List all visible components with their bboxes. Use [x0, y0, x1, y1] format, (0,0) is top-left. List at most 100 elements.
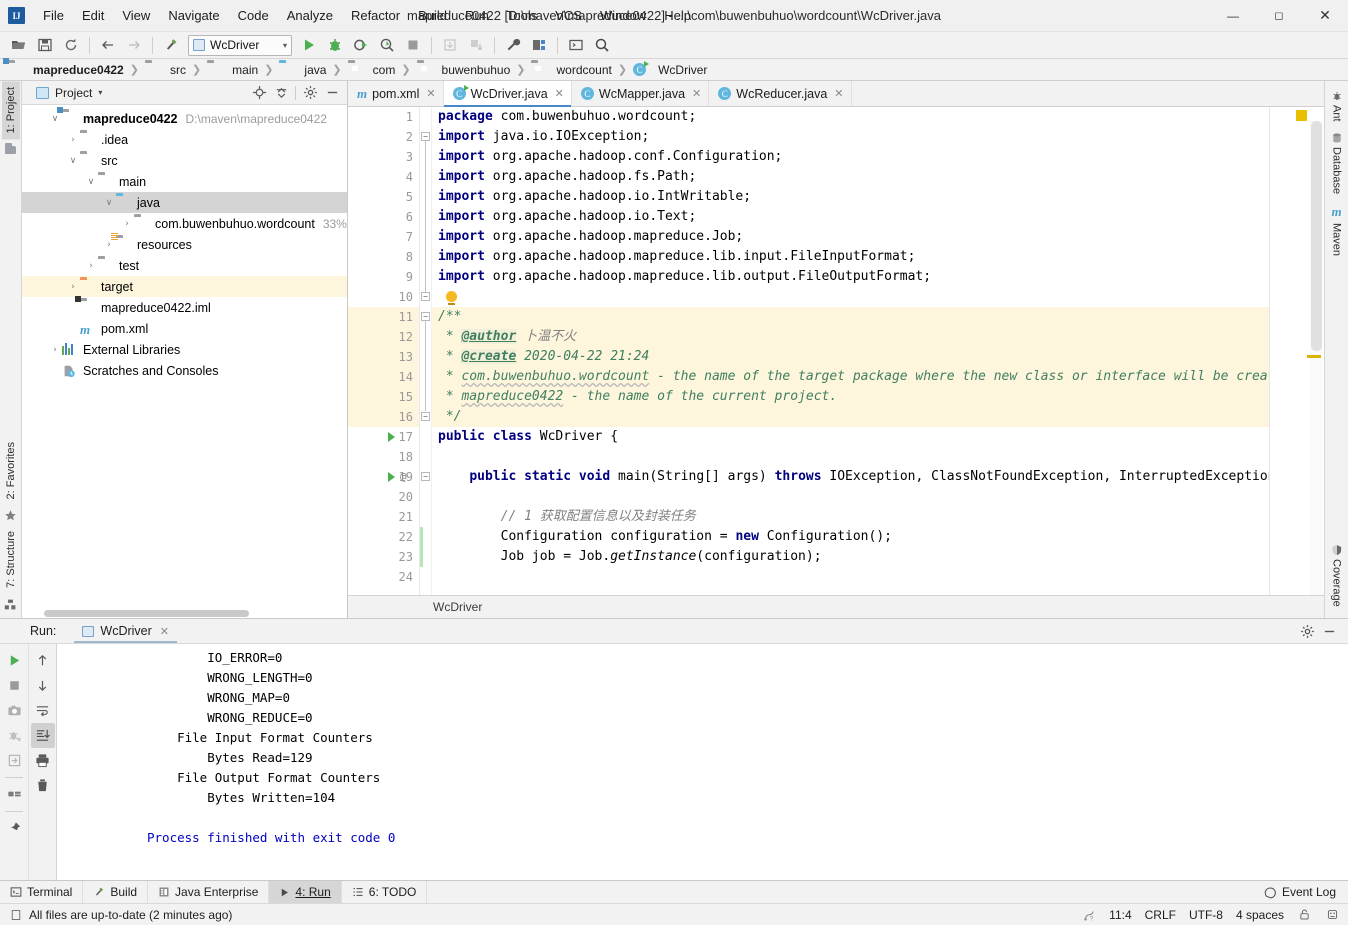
- tree-row-mapreduce0422[interactable]: ∨ mapreduce0422 D:\maven\mapreduce0422: [22, 108, 347, 129]
- project-tree-horizontal-scrollbar[interactable]: [22, 609, 347, 618]
- close-button[interactable]: ✕: [1302, 0, 1348, 31]
- close-icon[interactable]: ✕: [834, 87, 843, 100]
- file-encoding[interactable]: UTF-8: [1189, 908, 1223, 922]
- scrollbar-thumb[interactable]: [44, 610, 249, 617]
- menu-vcs[interactable]: VCS: [546, 0, 591, 31]
- collapse-all-icon[interactable]: [271, 83, 291, 103]
- expand-arrow-icon[interactable]: ∨: [102, 198, 116, 208]
- event-log-button[interactable]: Event Log: [1264, 881, 1348, 903]
- expand-arrow-icon[interactable]: ›: [66, 282, 80, 292]
- sync-icon[interactable]: [59, 34, 83, 56]
- editor-fold-column[interactable]: − − − − −: [420, 107, 432, 595]
- breadcrumb-item-wordcount[interactable]: wordcount: [531, 63, 611, 77]
- tree-row-java[interactable]: ∨ java: [22, 192, 347, 213]
- breadcrumb-item-project[interactable]: mapreduce0422: [8, 63, 124, 77]
- forward-arrow-icon[interactable]: [122, 34, 146, 56]
- tab-pom-xml[interactable]: m pom.xml ✕: [348, 81, 444, 106]
- scroll-down-icon[interactable]: [31, 673, 55, 698]
- code-editor[interactable]: package com.buwenbuhuo.wordcount; import…: [432, 107, 1269, 595]
- chevron-down-icon[interactable]: ▾: [98, 88, 102, 97]
- sidebar-item-maven[interactable]: m Maven: [1328, 199, 1346, 261]
- run-coverage-icon[interactable]: [349, 34, 373, 56]
- sidebar-item-ant[interactable]: Ant: [1328, 85, 1346, 127]
- run-gutter-icon[interactable]: [388, 432, 395, 442]
- expand-arrow-icon[interactable]: ›: [102, 240, 116, 250]
- fold-marker-javadoc[interactable]: −: [421, 312, 430, 321]
- menu-tools[interactable]: Tools: [498, 0, 546, 31]
- fold-marker-imports-end[interactable]: −: [421, 292, 430, 301]
- hide-panel-icon[interactable]: [1318, 620, 1340, 642]
- menu-window[interactable]: Window: [591, 0, 655, 31]
- tree-row-resources[interactable]: › resources: [22, 234, 347, 255]
- tree-row-test[interactable]: › test: [22, 255, 347, 276]
- caret-position[interactable]: 11:4: [1109, 908, 1131, 922]
- scroll-to-end-icon[interactable]: [31, 723, 55, 748]
- sidebar-item-project[interactable]: 1: Project: [2, 81, 20, 139]
- tab-wcmapper-java[interactable]: C WcMapper.java ✕: [572, 81, 709, 106]
- close-icon[interactable]: ✕: [426, 87, 435, 100]
- tree-row-package[interactable]: › com.buwenbuhuo.wordcount 33%: [22, 213, 347, 234]
- run-configuration-selector[interactable]: WcDriver ▾: [188, 35, 292, 56]
- expand-arrow-icon[interactable]: ∨: [48, 114, 62, 124]
- debug-icon[interactable]: [323, 34, 347, 56]
- update-project-icon[interactable]: [438, 34, 462, 56]
- editor-breadcrumb[interactable]: WcDriver: [348, 595, 1324, 618]
- breadcrumb-item-wcdriver[interactable]: C WcDriver: [633, 63, 707, 77]
- tree-row-pom[interactable]: m pom.xml: [22, 318, 347, 339]
- editor-scroll-rail[interactable]: [1269, 107, 1324, 595]
- tree-row-target[interactable]: › target: [22, 276, 347, 297]
- stop-icon[interactable]: [2, 673, 26, 698]
- menu-navigate[interactable]: Navigate: [159, 0, 228, 31]
- sidebar-item-favorites[interactable]: 2: Favorites: [2, 436, 20, 505]
- vcs-branch-icon[interactable]: ?: [1081, 907, 1096, 922]
- intention-bulb-icon[interactable]: [446, 291, 457, 302]
- breadcrumb-item-main[interactable]: main: [207, 63, 258, 77]
- sidebar-item-structure[interactable]: 7: Structure: [2, 525, 20, 594]
- stop-icon[interactable]: [401, 34, 425, 56]
- tree-row-main[interactable]: ∨ main: [22, 171, 347, 192]
- settings-wrench-icon[interactable]: [501, 34, 525, 56]
- search-icon[interactable]: [590, 34, 614, 56]
- menu-view[interactable]: View: [113, 0, 159, 31]
- tab-wcreducer-java[interactable]: C WcReducer.java ✕: [709, 81, 851, 106]
- expand-arrow-icon[interactable]: ›: [66, 135, 80, 145]
- bottom-tab-run[interactable]: 4: Run: [269, 881, 341, 903]
- expand-arrow-icon[interactable]: ∨: [66, 156, 80, 166]
- layout-icon[interactable]: [2, 782, 26, 807]
- tree-row-src[interactable]: ∨ src: [22, 150, 347, 171]
- settings-gear-icon[interactable]: [1296, 620, 1318, 642]
- fold-marker-method[interactable]: −: [421, 472, 430, 481]
- settings-gear-icon[interactable]: [300, 83, 320, 103]
- console-vertical-scrollbar[interactable]: [1334, 644, 1348, 880]
- close-icon[interactable]: ✕: [555, 87, 564, 100]
- breadcrumb-item-com[interactable]: com: [348, 63, 396, 77]
- export-icon[interactable]: [2, 748, 26, 773]
- sidebar-item-coverage[interactable]: Coverage: [1328, 539, 1346, 612]
- scroll-up-icon[interactable]: [31, 648, 55, 673]
- vcs-change-marker[interactable]: [420, 527, 423, 567]
- open-folder-icon[interactable]: [7, 34, 31, 56]
- bottom-tab-terminal[interactable]: Terminal: [0, 881, 83, 903]
- menu-help[interactable]: Help: [655, 0, 700, 31]
- menu-run[interactable]: Run: [456, 0, 498, 31]
- soft-wrap-icon[interactable]: [31, 698, 55, 723]
- expand-arrow-icon[interactable]: ∨: [84, 177, 98, 187]
- menu-build[interactable]: Build: [409, 0, 456, 31]
- run-gutter-icon[interactable]: [388, 472, 395, 482]
- lock-icon[interactable]: [1297, 907, 1312, 922]
- inspector-icon[interactable]: [1325, 907, 1340, 922]
- tree-row-external-libraries[interactable]: › External Libraries: [22, 339, 347, 360]
- menu-code[interactable]: Code: [229, 0, 278, 31]
- sidebar-item-database[interactable]: Database: [1328, 127, 1346, 199]
- tree-row-idea[interactable]: › .idea: [22, 129, 347, 150]
- line-separator[interactable]: CRLF: [1145, 908, 1176, 922]
- expand-arrow-icon[interactable]: ›: [48, 345, 62, 355]
- scrollbar-thumb[interactable]: [1311, 121, 1322, 351]
- menu-file[interactable]: File: [34, 0, 73, 31]
- menu-edit[interactable]: Edit: [73, 0, 113, 31]
- menu-refactor[interactable]: Refactor: [342, 0, 409, 31]
- run-tab-wcdriver[interactable]: WcDriver ✕: [74, 619, 177, 643]
- bottom-tab-java-enterprise[interactable]: Java Enterprise: [148, 881, 269, 903]
- error-stripe-marker[interactable]: [1296, 110, 1307, 121]
- bottom-tab-todo[interactable]: 6: TODO: [342, 881, 428, 903]
